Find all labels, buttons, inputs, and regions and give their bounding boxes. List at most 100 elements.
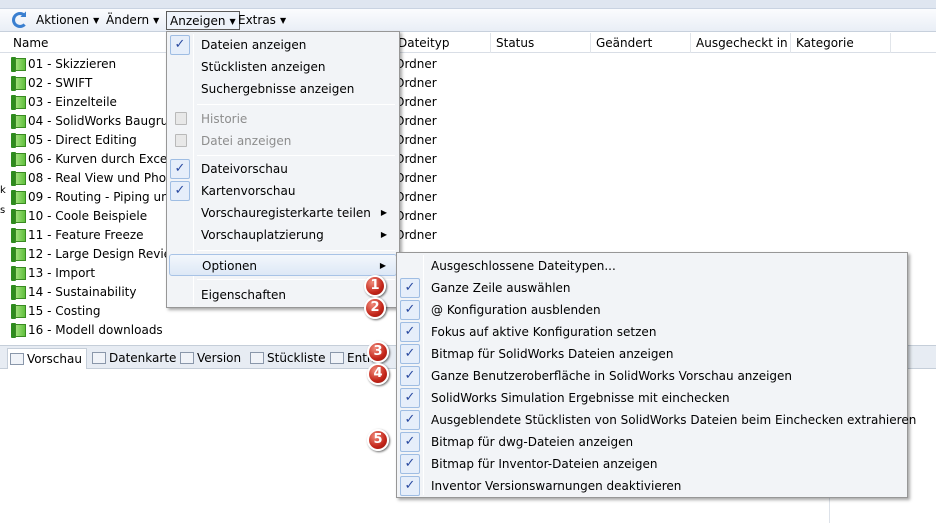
menu-item-ausgeschlossene-dateitypen[interactable]: Ausgeschlossene Dateitypen... [399,255,905,277]
menu-item-label: Vorschauregisterkarte teilen [201,206,371,220]
menu-item-historie[interactable]: Historie [169,108,397,130]
column-ausgecheckt[interactable]: Ausgecheckt in [691,33,791,53]
chevron-down-icon: ▼ [93,16,100,25]
menu-anzeigen-label: Anzeigen [170,14,226,28]
folder-name: 01 - Skizzieren [28,57,117,71]
menu-item-bitmap-solidworks[interactable]: ✓ Bitmap für SolidWorks Dateien anzeigen [399,343,905,365]
column-dateityp-label: Dateityp [398,36,450,50]
folder-icon [11,76,26,91]
list-item[interactable]: 10 - Coole Beispiele Ordner [0,207,936,226]
folder-icon [11,57,26,72]
submenu-arrow-icon: ▶ [380,230,387,239]
column-dateityp[interactable]: Dateityp [393,33,491,53]
folder-type: Ordner [395,76,437,90]
column-name[interactable]: Name [8,33,191,53]
menu-item-inventor-warnungen[interactable]: ✓ Inventor Versionswarnungen deaktiviere… [399,475,905,497]
tab-stueckliste-label: Stückliste [267,351,326,365]
menu-item-label: Fokus auf aktive Konfiguration setzen [431,325,657,339]
checkmark-icon: ✓ [400,300,420,320]
list-item[interactable]: 08 - Real View und Photov Ordner [0,169,936,188]
menu-extras[interactable]: Extras ▼ [235,11,289,30]
menu-item-dateien-anzeigen[interactable]: ✓ Dateien anzeigen [169,34,397,56]
folder-name: 03 - Einzelteile [28,95,117,109]
folder-icon [11,95,26,110]
menu-item-label: Datei anzeigen [201,134,292,148]
column-kategorie[interactable]: Kategorie [791,33,891,53]
tab-vorschau[interactable]: Vorschau [7,348,87,370]
window-top-strip [0,0,936,9]
menu-item-label: Vorschauplatzierung [201,228,324,242]
menu-item-dateivorschau[interactable]: ✓ Dateivorschau [169,158,397,180]
menu-aktionen[interactable]: Aktionen ▼ [33,11,102,30]
menu-item-bitmap-dwg[interactable]: ✓ Bitmap für dwg-Dateien anzeigen [399,431,905,453]
submenu-arrow-icon: ▶ [380,208,387,217]
menu-item-label: Bitmap für dwg-Dateien anzeigen [431,435,634,449]
tab-vorschau-label: Vorschau [27,352,82,366]
menu-item-stuecklisten-anzeigen[interactable]: Stücklisten anzeigen [169,56,397,78]
folder-icon [11,190,26,205]
optionen-submenu: Ausgeschlossene Dateitypen... ✓ Ganze Ze… [396,252,916,498]
menu-item-konfiguration-ausblenden[interactable]: ✓ @ Konfiguration ausblenden [399,299,905,321]
checkmark-icon: ✓ [400,322,420,342]
menu-item-label: Bitmap für Inventor-Dateien anzeigen [431,457,658,471]
menu-item-optionen[interactable]: Optionen ▶ [169,254,397,276]
folder-icon [11,152,26,167]
chevron-down-icon: ▼ [279,16,287,25]
menu-item-ausgeblendete-stuecklisten[interactable]: ✓ Ausgeblendete Stücklisten von SolidWor… [399,409,916,431]
list-item[interactable]: 04 - SolidWorks Baugrupp Ordner [0,112,936,131]
folder-icon [11,114,26,129]
menu-item-label: Eigenschaften [201,288,287,302]
menu-item-ganze-zeile[interactable]: ✓ Ganze Zeile auswählen [399,277,905,299]
folder-icon [11,209,26,224]
menu-item-datei-anzeigen[interactable]: Datei anzeigen [169,130,397,152]
toolbar: Aktionen ▼ Ändern ▼ Anzeigen ▼ Extras ▼ [0,9,936,32]
folder-icon [11,228,26,243]
menu-item-label: Stücklisten anzeigen [201,60,326,74]
menu-item-suchergebnisse-anzeigen[interactable]: Suchergebnisse anzeigen [169,78,397,100]
anzeigen-menu: ✓ Dateien anzeigen Stücklisten anzeigen … [166,31,400,308]
menu-item-label: @ Konfiguration ausblenden [431,303,601,317]
menu-item-kartenvorschau[interactable]: ✓ Kartenvorschau [169,180,397,202]
menu-item-simulation-einchecken[interactable]: ✓ SolidWorks Simulation Ergebnisse mit e… [399,387,905,409]
folder-name: 06 - Kurven durch Excel st [28,152,186,166]
checkmark-icon: ✓ [400,278,420,298]
column-status[interactable]: Status [491,33,591,53]
folder-icon [11,266,26,281]
folder-name: 09 - Routing - Piping und [28,190,177,204]
list-item[interactable]: 05 - Direct Editing Ordner [0,131,936,150]
tab-stueckliste[interactable]: Stückliste [248,348,329,369]
list-item[interactable]: 09 - Routing - Piping und Ordner [0,188,936,207]
folder-type: Ordner [395,114,437,128]
menu-item-label: Dateien anzeigen [201,38,307,52]
refresh-icon[interactable] [12,12,28,28]
tab-datenkarte[interactable]: Datenkarte [90,348,180,369]
list-item[interactable]: 02 - SWIFT Ordner [0,74,936,93]
checkmark-icon: ✓ [400,410,420,430]
folder-type: Ordner [395,95,437,109]
checkmark-icon: ✓ [170,35,190,55]
menu-item-ganze-benutzeroberflaeche[interactable]: ✓ Ganze Benutzeroberfläche in SolidWorks… [399,365,905,387]
column-status-label: Status [496,36,535,50]
menu-extras-label: Extras [238,13,276,27]
menu-item-fokus-konfiguration[interactable]: ✓ Fokus auf aktive Konfiguration setzen [399,321,905,343]
tab-version[interactable]: Version [178,348,245,369]
menu-item-eigenschaften[interactable]: Eigenschaften [169,284,397,306]
tab-version-label: Version [197,351,242,365]
tab-datenkarte-label: Datenkarte [109,351,177,365]
submenu-arrow-icon: ▶ [379,261,386,270]
menu-item-bitmap-inventor[interactable]: ✓ Bitmap für Inventor-Dateien anzeigen [399,453,905,475]
menu-anzeigen[interactable]: Anzeigen ▼ [166,11,240,30]
list-item[interactable]: 06 - Kurven durch Excel st Ordner [0,150,936,169]
checkmark-icon: ✓ [400,454,420,474]
folder-name: 02 - SWIFT [28,76,93,90]
list-item[interactable]: 01 - Skizzieren Ordner [0,55,936,74]
column-name-label: Name [13,36,49,50]
column-geaendert[interactable]: Geändert [591,33,691,53]
menu-item-vorschauregister[interactable]: Vorschauregisterkarte teilen ▶ [169,202,397,224]
menu-item-vorschauplatzierung[interactable]: Vorschauplatzierung ▶ [169,224,397,246]
list-item[interactable]: 03 - Einzelteile Ordner [0,93,936,112]
menu-aendern[interactable]: Ändern ▼ [103,11,162,30]
menu-separator [197,104,395,105]
bom-icon [250,352,264,364]
list-item[interactable]: 11 - Feature Freeze Ordner [0,226,936,245]
